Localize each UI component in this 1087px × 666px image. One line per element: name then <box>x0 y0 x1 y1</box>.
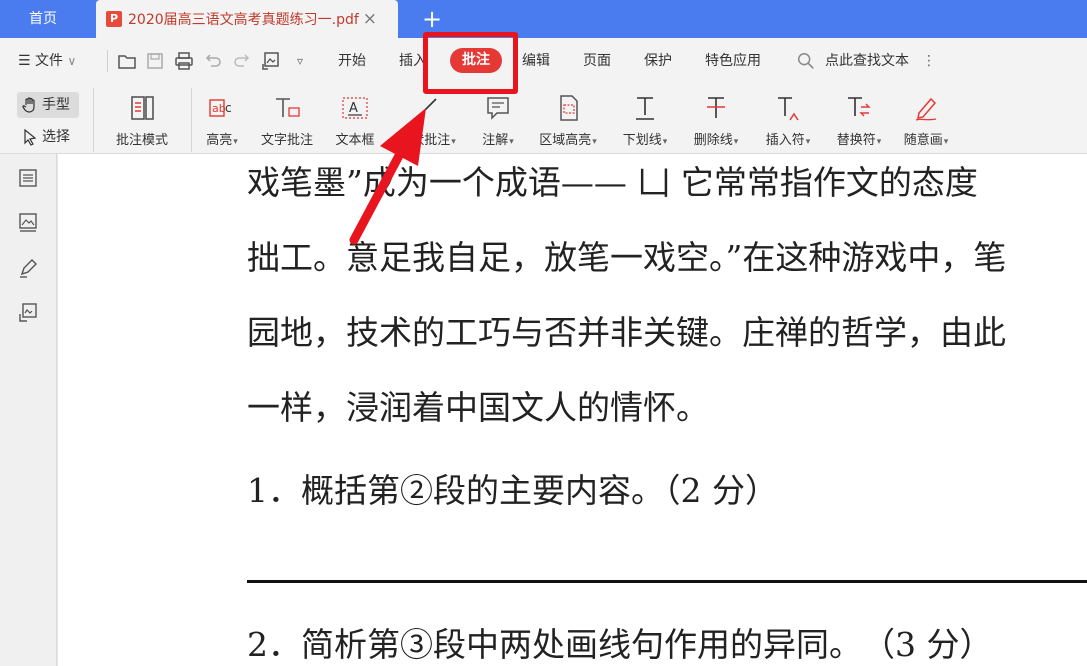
hand-tool-button[interactable]: 手型 <box>17 92 79 118</box>
highlight-button[interactable]: ab c 高亮▾ <box>198 90 246 152</box>
tab-start[interactable]: 开始 <box>338 38 366 84</box>
chevron-down-icon: ∨ <box>67 54 77 68</box>
insert-caret-icon <box>768 90 808 126</box>
chevron-down-icon: ▾ <box>733 137 739 147</box>
save-icon[interactable] <box>144 50 166 72</box>
plus-icon[interactable]: + <box>422 4 442 34</box>
text-comment-icon <box>267 90 307 126</box>
textbox-label: 文本框 <box>335 133 375 148</box>
print-icon[interactable] <box>173 50 195 72</box>
document-page[interactable]: 戏笔墨”成为一个成语—— 凵 它常常指作文的态度 拙工。意足我自足，放笔一戏空。… <box>58 154 1087 666</box>
textbox-icon: A <box>335 90 375 126</box>
quick-access-dropdown-icon[interactable]: ▿ <box>297 38 303 84</box>
answer-line <box>247 580 1087 583</box>
highlight-icon: ab c <box>202 90 242 126</box>
file-menu[interactable]: ☰ 文件 ∨ <box>18 38 76 84</box>
underline-button[interactable]: 下划线▾ <box>616 90 674 152</box>
document-line: 戏笔墨”成为一个成语—— 凵 它常常指作文的态度 <box>247 163 978 202</box>
freehand-button[interactable]: 随意画▾ <box>897 90 955 152</box>
chevron-down-icon: ▾ <box>876 137 882 147</box>
tab-protect[interactable]: 保护 <box>644 38 672 84</box>
replace-mark-button[interactable]: 替换符▾ <box>829 90 889 152</box>
annotation-mode-button[interactable]: 批注模式 <box>106 90 178 152</box>
strikethrough-button[interactable]: 删除线▾ <box>686 90 746 152</box>
note-button[interactable]: 注解▾ <box>476 90 520 152</box>
highlight-frame <box>423 32 518 94</box>
undo-icon[interactable] <box>202 50 224 72</box>
highlight-label: 高亮 <box>206 133 233 148</box>
tab-edit[interactable]: 编辑 <box>522 38 550 84</box>
divider <box>191 88 192 152</box>
file-menu-label: 文件 <box>35 53 64 69</box>
text-comment-label: 文字批注 <box>260 133 313 148</box>
svg-text:c: c <box>225 101 232 115</box>
search-icon[interactable] <box>796 38 816 84</box>
export-image-icon[interactable] <box>260 50 282 72</box>
shape-annotation-button[interactable]: 形状批注▾ <box>390 90 464 152</box>
hand-tool-label: 手型 <box>42 97 70 113</box>
document-line: 拙工。意足我自足，放笔一戏空。”在这种游戏中，笔 <box>247 238 1007 277</box>
cursor-icon <box>24 128 37 146</box>
menu-icon: ☰ <box>18 53 31 69</box>
redo-icon[interactable] <box>231 50 253 72</box>
open-folder-icon[interactable] <box>116 50 138 72</box>
pen-icon <box>906 90 946 126</box>
attachment-icon[interactable] <box>16 301 40 325</box>
chevron-down-icon: ▾ <box>233 137 238 147</box>
underline-label: 下划线 <box>622 133 662 148</box>
tab-document[interactable]: P 2020届高三语文高考真题练习一.pdf × <box>96 0 398 38</box>
tab-document-title: 2020届高三语文高考真题练习一.pdf <box>128 12 359 28</box>
thumbnail-icon[interactable] <box>16 211 40 235</box>
area-highlight-label: 区域高亮 <box>539 133 592 148</box>
area-highlight-icon <box>548 90 588 126</box>
chevron-down-icon: ▾ <box>592 137 597 147</box>
annotation-mode-icon <box>122 90 162 126</box>
annotation-toolbar: 手型 选择 批注模式 ab c 高亮▾ 文字批注 A 文本框 形状批注▾ 注解▾ … <box>0 84 1087 154</box>
chevron-down-icon: ▾ <box>662 137 668 147</box>
chevron-down-icon: ▾ <box>509 137 514 147</box>
menu-bar: ☰ 文件 ∨ ▿ 开始 插入 编辑 页面 保护 特色应用 点此查找文本 ⋮ <box>0 38 1087 84</box>
question-1: 1．概括第②段的主要内容。（2 分） <box>247 471 778 510</box>
insert-mark-label: 插入符 <box>765 133 805 148</box>
textbox-button[interactable]: A 文本框 <box>330 90 380 152</box>
insert-mark-button[interactable]: 插入符▾ <box>758 90 818 152</box>
svg-text:ab: ab <box>212 102 226 115</box>
replace-icon <box>839 90 879 126</box>
strikethrough-icon <box>696 90 736 126</box>
document-line: 一样，浸润着中国文人的情怀。 <box>247 388 709 427</box>
hand-icon <box>22 97 35 113</box>
line-shape-icon <box>407 90 447 126</box>
tab-page[interactable]: 页面 <box>583 38 611 84</box>
annotation-list-icon[interactable] <box>16 256 40 280</box>
note-label: 注解 <box>482 133 509 148</box>
search-box[interactable]: 点此查找文本 <box>825 38 909 84</box>
replace-mark-label: 替换符 <box>836 133 876 148</box>
freehand-label: 随意画 <box>903 133 943 148</box>
note-icon <box>478 90 518 126</box>
document-line: 园地，技术的工巧与否并非关键。庄禅的哲学，由此 <box>247 313 1006 352</box>
close-icon[interactable]: × <box>363 10 377 28</box>
chevron-down-icon: ▾ <box>451 137 456 147</box>
left-sidebar <box>0 154 57 666</box>
outline-icon[interactable] <box>16 166 40 190</box>
select-tool-button[interactable]: 选择 <box>21 124 70 150</box>
question-2: 2．简析第③段中两处画线句作用的异同。 （3 分） <box>247 625 993 664</box>
text-comment-button[interactable]: 文字批注 <box>255 90 319 152</box>
pdf-icon: P <box>106 11 122 27</box>
select-tool-label: 选择 <box>42 129 70 145</box>
chevron-down-icon: ▾ <box>943 137 949 147</box>
more-vertical-icon[interactable]: ⋮ <box>922 38 936 84</box>
strikethrough-label: 删除线 <box>693 133 733 148</box>
shape-annotation-label: 形状批注 <box>398 133 451 148</box>
tab-features[interactable]: 特色应用 <box>705 38 761 84</box>
svg-text:A: A <box>349 101 358 116</box>
divider <box>93 88 94 152</box>
chevron-down-icon: ▾ <box>805 137 811 147</box>
area-highlight-button[interactable]: 区域高亮▾ <box>532 90 604 152</box>
divider <box>107 50 108 72</box>
tab-bar: 首页 P 2020届高三语文高考真题练习一.pdf × + <box>0 0 1087 38</box>
tab-home[interactable]: 首页 <box>0 0 86 38</box>
annotation-mode-label: 批注模式 <box>115 133 168 148</box>
underline-icon <box>625 90 665 126</box>
